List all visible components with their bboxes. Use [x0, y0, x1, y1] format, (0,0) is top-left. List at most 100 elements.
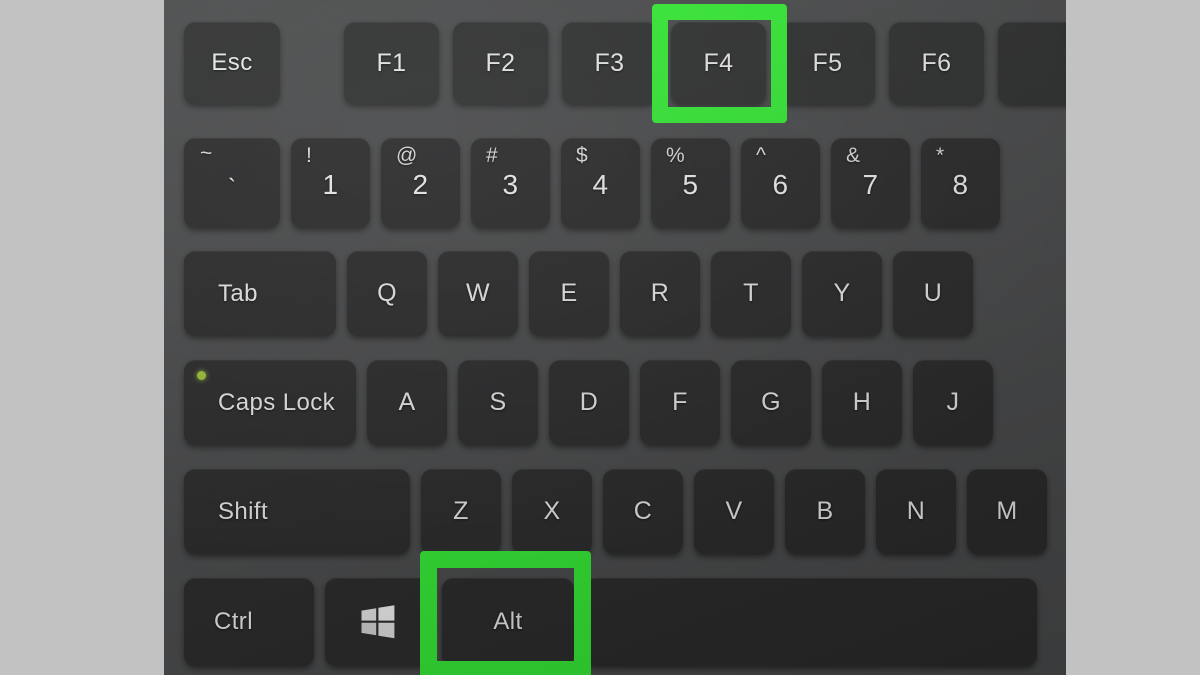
key-n[interactable]: N	[876, 469, 956, 554]
function-key-row: Esc F1 F2 F3 F4 F5 F6	[184, 22, 1066, 104]
key-s-label: S	[489, 388, 507, 416]
key-j-label: J	[946, 388, 960, 416]
key-shift[interactable]: Shift	[184, 469, 410, 554]
key-7[interactable]: & 7	[831, 138, 910, 228]
key-r[interactable]: R	[620, 251, 700, 336]
key-q-label: Q	[377, 279, 397, 307]
key-6-label: 6	[772, 168, 789, 200]
key-d[interactable]: D	[549, 360, 629, 445]
key-t[interactable]: T	[711, 251, 791, 336]
key-f2[interactable]: F2	[453, 22, 548, 104]
key-m-label: M	[996, 497, 1018, 525]
key-f5-label: F5	[812, 48, 843, 77]
key-j[interactable]: J	[913, 360, 993, 445]
key-7-symbol: &	[846, 144, 861, 167]
key-4[interactable]: $ 4	[561, 138, 640, 228]
key-7-label: 7	[862, 168, 879, 200]
key-1-symbol: !	[306, 144, 313, 167]
key-backtick-label: `	[228, 174, 237, 202]
key-6-symbol: ^	[756, 144, 767, 167]
key-w-label: W	[466, 279, 490, 307]
key-caps-lock[interactable]: Caps Lock	[184, 360, 356, 445]
key-n-label: N	[906, 497, 926, 525]
key-space[interactable]	[585, 578, 1037, 666]
key-2[interactable]: @ 2	[381, 138, 460, 228]
key-f4-label: F4	[703, 48, 734, 77]
key-5[interactable]: % 5	[651, 138, 730, 228]
key-y[interactable]: Y	[802, 251, 882, 336]
key-5-label: 5	[682, 168, 699, 200]
key-tab-label: Tab	[218, 279, 258, 307]
key-f3[interactable]: F3	[562, 22, 657, 104]
key-h[interactable]: H	[822, 360, 902, 445]
key-1[interactable]: ! 1	[291, 138, 370, 228]
key-q[interactable]: Q	[347, 251, 427, 336]
key-ctrl[interactable]: Ctrl	[184, 578, 314, 666]
key-f1-label: F1	[376, 48, 407, 77]
key-v-label: V	[725, 497, 743, 525]
key-4-label: 4	[592, 168, 609, 200]
key-u[interactable]: U	[893, 251, 973, 336]
key-f5[interactable]: F5	[780, 22, 875, 104]
key-shift-label: Shift	[218, 497, 269, 525]
key-d-label: D	[579, 388, 599, 416]
key-f-label: F	[672, 388, 688, 416]
key-t-label: T	[743, 279, 759, 307]
key-e-label: E	[560, 279, 578, 307]
key-f3-label: F3	[594, 48, 625, 77]
key-esc-label: Esc	[211, 49, 253, 76]
key-8-label: 8	[952, 168, 969, 200]
key-6[interactable]: ^ 6	[741, 138, 820, 228]
key-e[interactable]: E	[529, 251, 609, 336]
number-key-row: ~ ` ! 1 @ 2 # 3 $ 4 % 5 ^ 6 & 7 * 8	[184, 138, 1000, 228]
key-4-symbol: $	[576, 144, 589, 167]
key-z[interactable]: Z	[421, 469, 501, 554]
key-3-symbol: #	[486, 144, 499, 167]
key-f4[interactable]: F4	[671, 22, 766, 104]
qwerty-key-row: Tab Q W E R T Y U	[184, 251, 973, 336]
key-3[interactable]: # 3	[471, 138, 550, 228]
modifier-key-row: Ctrl Alt	[184, 578, 1037, 666]
key-r-label: R	[650, 279, 670, 307]
key-g[interactable]: G	[731, 360, 811, 445]
key-f2-label: F2	[485, 48, 516, 77]
key-g-label: G	[761, 388, 781, 416]
key-s[interactable]: S	[458, 360, 538, 445]
key-v[interactable]: V	[694, 469, 774, 554]
key-y-label: Y	[833, 279, 851, 307]
key-c-label: C	[633, 497, 653, 525]
keyboard: Esc F1 F2 F3 F4 F5 F6 ~ ` ! 1 @ 2 # 3 $ …	[164, 0, 1066, 675]
key-a[interactable]: A	[367, 360, 447, 445]
key-f6-label: F6	[921, 48, 952, 77]
key-backtick-tilde[interactable]: ~ `	[184, 138, 280, 228]
key-1-label: 1	[322, 168, 339, 200]
key-f1[interactable]: F1	[344, 22, 439, 104]
key-f7[interactable]	[998, 22, 1066, 104]
key-c[interactable]: C	[603, 469, 683, 554]
key-x[interactable]: X	[512, 469, 592, 554]
key-b[interactable]: B	[785, 469, 865, 554]
key-2-symbol: @	[396, 144, 418, 167]
key-alt-label: Alt	[493, 608, 523, 635]
key-tab[interactable]: Tab	[184, 251, 336, 336]
key-a-label: A	[398, 388, 416, 416]
key-x-label: X	[543, 497, 561, 525]
key-f[interactable]: F	[640, 360, 720, 445]
zxcvbn-key-row: Shift Z X C V B N M	[184, 469, 1047, 554]
key-windows[interactable]	[325, 578, 431, 666]
key-w[interactable]: W	[438, 251, 518, 336]
screenshot-canvas: Esc F1 F2 F3 F4 F5 F6 ~ ` ! 1 @ 2 # 3 $ …	[0, 0, 1200, 675]
key-5-symbol: %	[666, 144, 686, 167]
key-m[interactable]: M	[967, 469, 1047, 554]
key-alt[interactable]: Alt	[442, 578, 574, 666]
key-3-label: 3	[502, 168, 519, 200]
key-8[interactable]: * 8	[921, 138, 1000, 228]
key-f6[interactable]: F6	[889, 22, 984, 104]
key-ctrl-label: Ctrl	[214, 608, 253, 635]
key-tilde-symbol: ~	[200, 142, 213, 165]
key-8-symbol: *	[936, 144, 945, 167]
caps-lock-led-icon	[197, 371, 206, 380]
key-z-label: Z	[453, 497, 469, 525]
key-esc[interactable]: Esc	[184, 22, 280, 104]
key-caps-lock-label: Caps Lock	[218, 388, 335, 416]
